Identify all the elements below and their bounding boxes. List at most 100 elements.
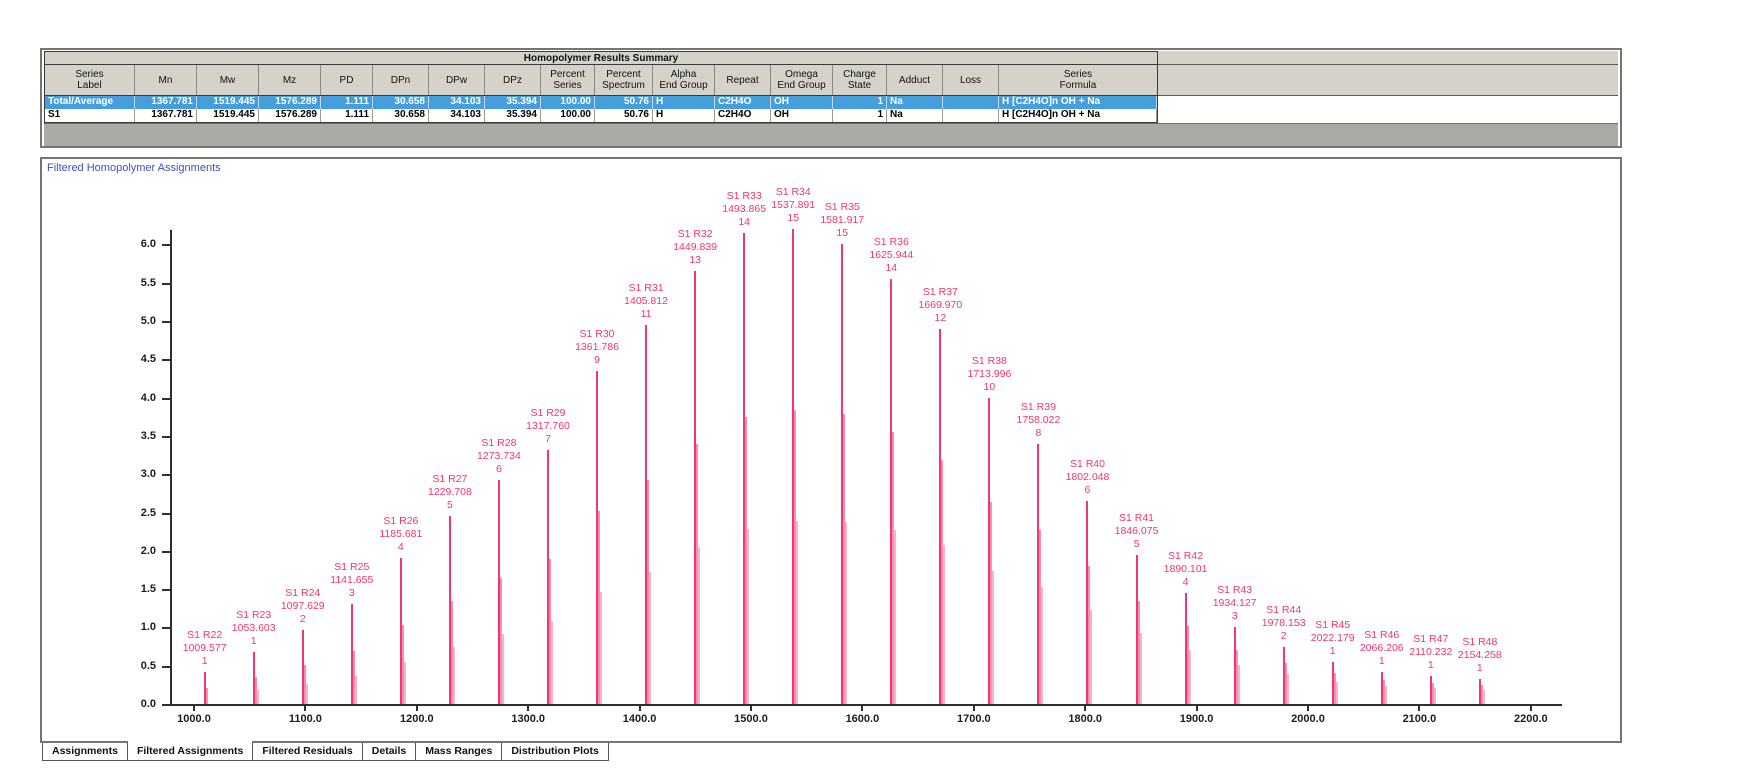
peak-label-line: 1758.022 — [1016, 413, 1061, 426]
peak-label-line: 1273.734 — [477, 449, 521, 462]
y-tick-label-2.5: 2.5 — [140, 506, 156, 519]
peak-label-line: 2154.258 — [1457, 649, 1502, 662]
cell-loss — [943, 109, 999, 122]
peak-s1-r47-isotope2 — [1433, 688, 1436, 704]
x-tick-label-1600.0: 1600.0 — [845, 713, 880, 725]
y-tick-label-5.5: 5.5 — [140, 276, 156, 289]
peak-s1-r27-isotope2 — [452, 647, 455, 704]
peak-label-s1-r30: S1 R30 1361.786 9 — [565, 328, 629, 367]
y-tick-5.0 — [162, 321, 170, 323]
column-header-series-formula: Series Formula — [1059, 69, 1097, 91]
x-tick-1700.0 — [972, 704, 975, 711]
peak-label-line: S1 R30 — [579, 327, 615, 340]
cell-mw: 1519.445 — [197, 109, 259, 122]
tab-mass-ranges[interactable]: Mass Ranges — [415, 743, 503, 761]
cell-pd: 1.111 — [321, 96, 373, 109]
y-tick-label-2.0: 2.0 — [140, 544, 156, 557]
x-tick-label-1900.0: 1900.0 — [1179, 713, 1214, 725]
x-tick-2200.0 — [1529, 704, 1532, 711]
peak-label-line: 3 — [348, 587, 355, 600]
peak-label-line: 1361.786 — [575, 340, 619, 353]
cell-dpz: 35.394 — [485, 109, 541, 122]
peak-label-line: 12 — [934, 311, 947, 324]
tab-assignments[interactable]: Assignments — [42, 743, 128, 761]
peak-s1-r36-isotope2 — [894, 529, 897, 704]
peak-label-s1-r29: S1 R29 1317.760 7 — [516, 407, 580, 446]
x-tick-label-1500.0: 1500.0 — [734, 713, 768, 725]
column-header-dpw: DPw — [429, 65, 485, 95]
peak-label-line: 6 — [496, 462, 502, 475]
peak-label-line: S1 R41 — [1119, 511, 1155, 524]
peak-s1-r26-isotope2 — [403, 661, 406, 704]
peak-label-line: 1890.101 — [1163, 562, 1208, 575]
cell-percent-series: 100.00 — [541, 109, 595, 122]
x-tick-1600.0 — [861, 704, 864, 711]
peak-s1-r39-isotope2 — [1041, 587, 1044, 704]
cell-dpw: 34.103 — [429, 109, 485, 122]
peak-label-line: S1 R43 — [1217, 584, 1253, 597]
column-header-dpn: DPn — [373, 65, 429, 95]
y-tick-label-0.5: 0.5 — [140, 659, 156, 672]
table-row-total-average[interactable]: Total/Average 1367.781 1519.445 1576.289 1.1… — [45, 96, 1157, 109]
peak-label-line: S1 R37 — [922, 285, 958, 298]
tab-filtered-residuals[interactable]: Filtered Residuals — [252, 743, 363, 761]
cell-omega-end-group: OH — [771, 109, 833, 122]
table-row-s1[interactable]: S1 1367.781 1519.445 1576.289 1.111 30.658 34.… — [45, 109, 1157, 122]
y-tick-2.0 — [162, 550, 170, 553]
peak-label-line: 1449.839 — [673, 241, 717, 254]
cell-dpw: 34.103 — [429, 96, 485, 109]
peak-s1-r25-isotope2 — [354, 676, 357, 704]
summary-table: Homopolymer Results Summary Series Label… — [44, 51, 1158, 123]
tab-distribution-plots[interactable]: Distribution Plots — [501, 743, 609, 761]
peak-s1-r40-isotope2 — [1090, 610, 1093, 704]
y-tick-5.5 — [162, 282, 170, 285]
x-tick-label-2000.0: 2000.0 — [1291, 713, 1325, 725]
peak-s1-r45-isotope2 — [1335, 681, 1338, 704]
peak-label-s1-r39: S1 R39 1758.022 8 — [1006, 401, 1070, 440]
peak-label-s1-r27: S1 R27 1229.708 5 — [418, 473, 482, 512]
peak-label-s1-r48: S1 R48 2154.258 1 — [1448, 636, 1512, 675]
cell-dpz: 35.394 — [485, 96, 541, 109]
column-header-series-label: Series Label — [45, 65, 135, 95]
x-tick-1200.0 — [415, 704, 418, 711]
x-tick-1300.0 — [527, 704, 530, 711]
x-tick-label-2200.0: 2200.0 — [1513, 713, 1548, 725]
peak-label-line: 1185.681 — [379, 528, 423, 541]
summary-header-row: Series Label Mn Mw Mz PD DPn DPw DPz Percent Ser… — [45, 65, 1157, 96]
y-tick-3.0 — [162, 474, 170, 477]
y-tick-3.5 — [162, 435, 170, 438]
cell-repeat: C2H4O — [715, 96, 771, 109]
peak-label-line: S1 R40 — [1069, 458, 1105, 470]
tab-details[interactable]: Details — [361, 743, 417, 761]
y-tick-label-3.5: 3.5 — [140, 429, 156, 442]
cell-adduct: Na — [887, 109, 943, 122]
tab-filtered-assignments[interactable]: Filtered Assignments — [126, 740, 254, 761]
column-header-repeat: Repeat — [715, 65, 771, 95]
peak-label-s1-r37: S1 R37 1669.970 12 — [908, 286, 972, 325]
cell-series-formula: H [C2H4O]n OH + Na — [999, 96, 1157, 109]
cell-series-formula: H [C2H4O]n OH + Na — [999, 109, 1157, 122]
x-tick-1100.0 — [304, 704, 307, 711]
peak-s1-r33-isotope2 — [747, 528, 750, 704]
bottom-tab-bar: Assignments Filtered Assignments Filtered … — [42, 740, 609, 761]
cell-percent-series: 100.00 — [541, 96, 595, 109]
x-tick-1500.0 — [750, 704, 752, 711]
peak-label-line: S1 R39 — [1020, 400, 1056, 413]
cell-mz: 1576.289 — [259, 96, 321, 109]
peak-label-line: 1097.629 — [280, 599, 325, 612]
cell-loss — [943, 96, 999, 109]
row-label: Total/Average — [45, 96, 135, 109]
peak-s1-r23-isotope2 — [256, 690, 259, 704]
x-tick-label-2100.0: 2100.0 — [1402, 713, 1437, 725]
column-header-charge-state: Charge State — [833, 65, 887, 95]
peak-s1-r35-isotope2 — [845, 521, 848, 704]
peak-s1-r31-isotope2 — [649, 572, 652, 704]
y-tick-label-0.0: 0.0 — [140, 698, 156, 710]
peak-label-s1-r26: S1 R26 1185.681 4 — [369, 515, 433, 554]
y-tick-4.0 — [162, 397, 170, 400]
y-tick-label-5.0: 5.0 — [140, 315, 156, 327]
x-tick-label-1100.0: 1100.0 — [288, 713, 322, 725]
cell-pd: 1.111 — [321, 109, 373, 122]
results-summary-panel: Homopolymer Results Summary Series Label… — [40, 48, 1622, 148]
peak-label-line: 1 — [1476, 662, 1483, 675]
